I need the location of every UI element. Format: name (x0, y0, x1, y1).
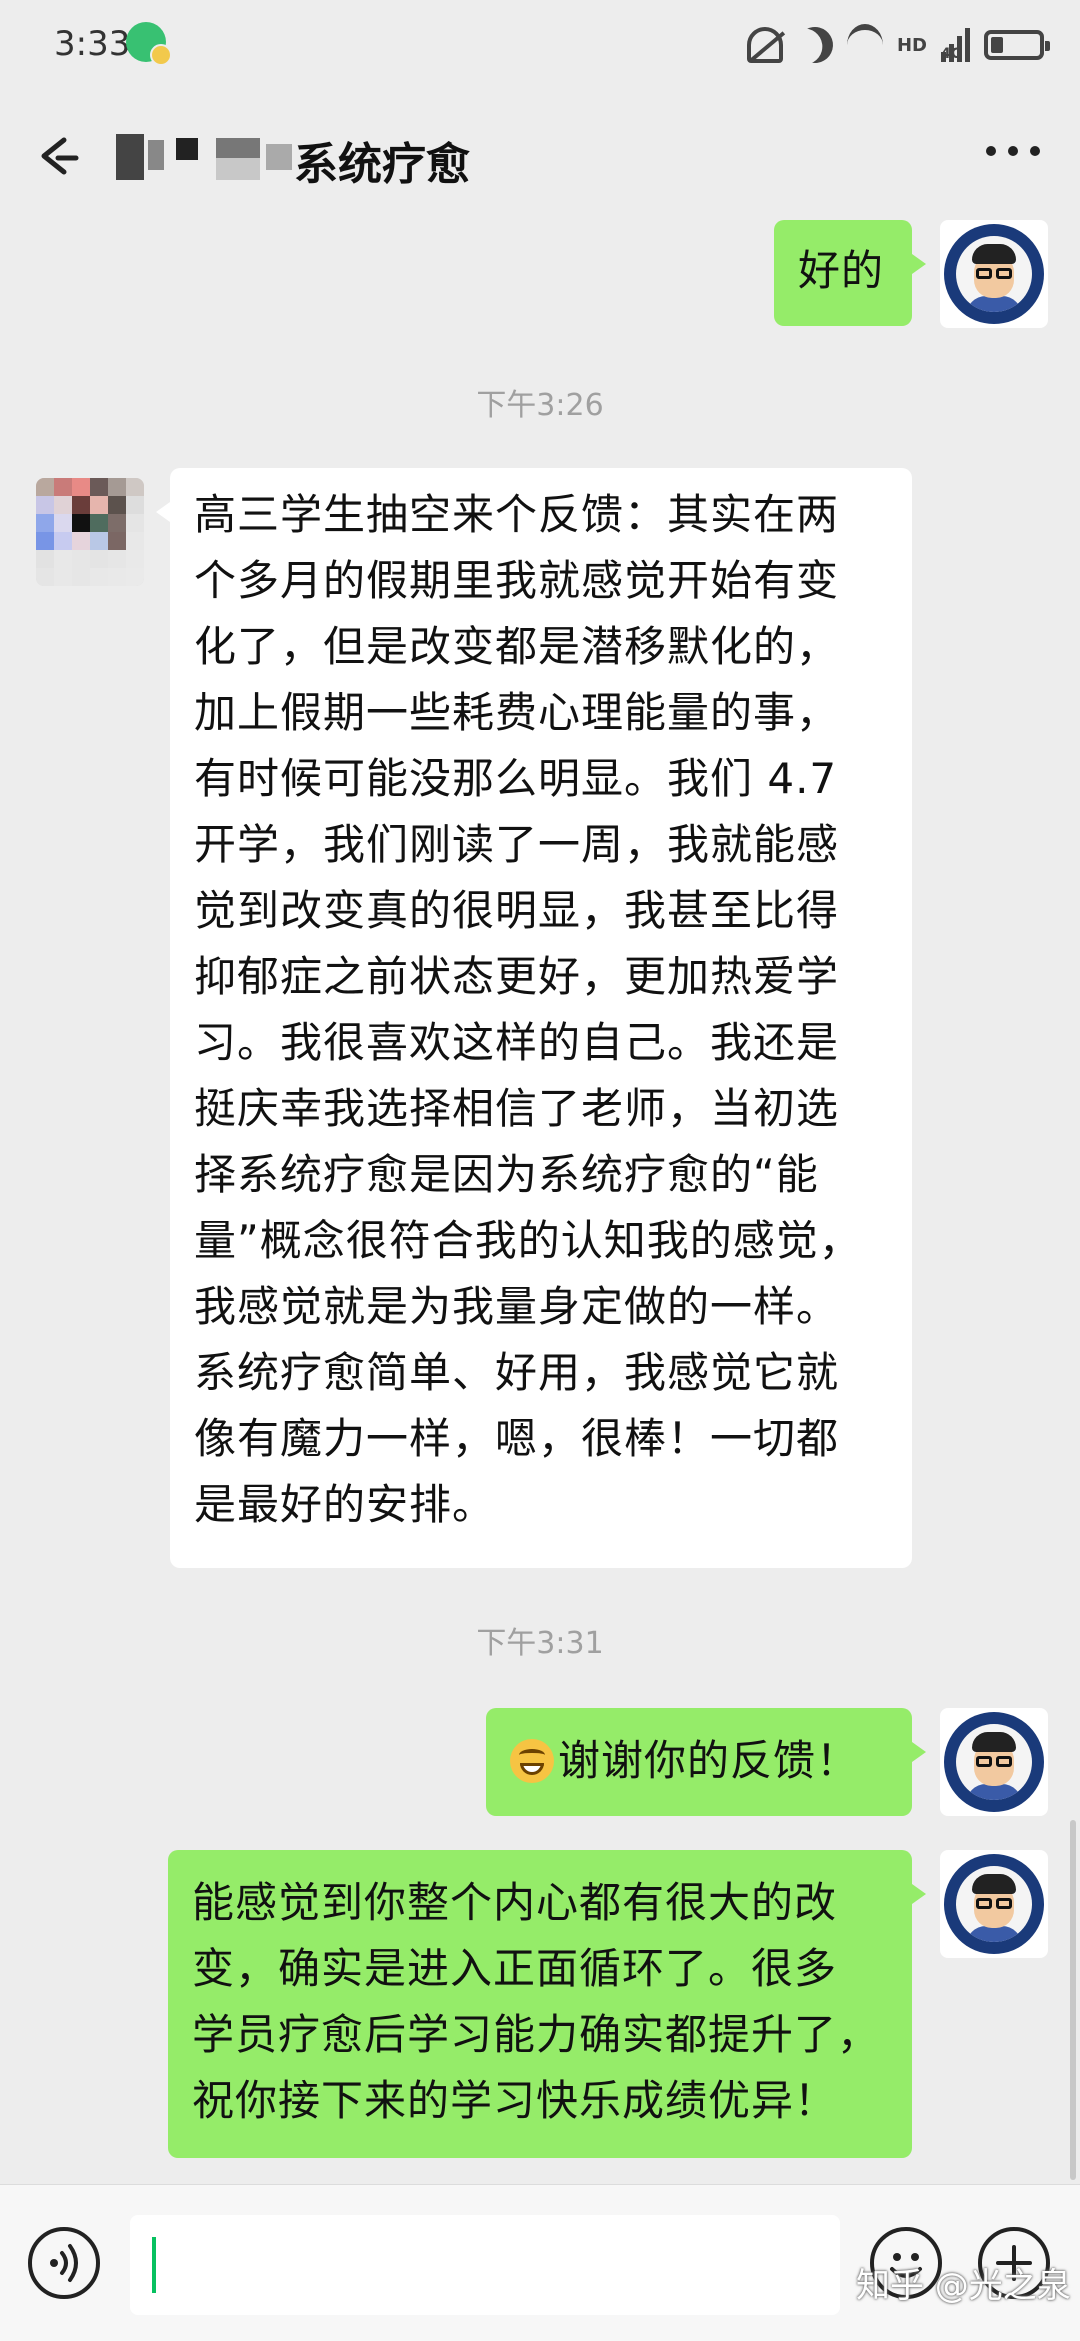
blurred-contact-name (116, 134, 306, 180)
voice-input-button[interactable] (28, 2227, 100, 2299)
message-line: 抑郁症之前状态更好，更加热爱学 (194, 952, 840, 1001)
message-line: 择系统疗愈是因为系统疗愈的“能 (194, 1150, 819, 1199)
message-line: 有时候可能没那么明显。我们 4.7 (194, 754, 838, 803)
back-arrow-icon (41, 137, 79, 175)
grinning-face-emoji-icon (510, 1739, 554, 1783)
my-avatar[interactable] (940, 1850, 1048, 1958)
status-icons: HD 4G (746, 20, 1050, 70)
text-caret (152, 2237, 156, 2293)
message-line: 祝你接下来的学习快乐成绩优异！ (192, 2076, 838, 2125)
status-time: 3:33 (54, 24, 131, 64)
chat-scrollbar[interactable] (1070, 1820, 1076, 2180)
message-line: 是最好的安排。 (194, 1480, 496, 1529)
hd-label: HD (896, 34, 927, 56)
message-line: 我感觉就是为我量身定做的一样。 (194, 1282, 840, 1331)
my-avatar[interactable] (940, 1708, 1048, 1816)
cell-signal-icon: 4G (941, 28, 970, 62)
message-line: 学员疗愈后学习能力确实都提升了， (192, 2010, 881, 2059)
my-avatar[interactable] (940, 220, 1048, 328)
chat-title: 系统疗愈 (294, 139, 470, 190)
status-bar: 3:33 HD 4G (0, 0, 1080, 92)
message-line: 化了，但是改变都是潜移默化的， (194, 622, 840, 671)
message-line: 觉到改变真的很明显，我甚至比得 (194, 886, 840, 935)
battery-icon (984, 30, 1050, 60)
message-line: 量”概念很符合我的认知我的感觉， (194, 1216, 862, 1265)
message-line: 高三学生抽空来个反馈：其实在两 (194, 490, 840, 539)
message-text: 谢谢你的反馈！ (558, 1736, 860, 1785)
message-line: 系统疗愈简单、好用，我感觉它就 (194, 1348, 840, 1397)
dot-icon (1008, 146, 1018, 156)
dot-icon (986, 146, 996, 156)
voice-icon (50, 2244, 78, 2282)
message-line: 挺庆幸我选择相信了老师，当初选 (194, 1084, 840, 1133)
back-button[interactable] (36, 128, 92, 184)
do-not-disturb-moon-icon (790, 20, 839, 69)
network-type-label: 4G (941, 46, 963, 62)
message-line: 能感觉到你整个内心都有很大的改 (192, 1878, 838, 1927)
message-line: 习。我很喜欢这样的自己。我还是 (194, 1018, 840, 1067)
chat-header: 系统疗愈 (0, 92, 1080, 220)
timestamp: 下午3:31 (476, 1626, 604, 1661)
sent-message-bubble[interactable]: 好的 (774, 220, 926, 326)
timestamp: 下午3:26 (476, 388, 604, 423)
wechat-notification-icon (126, 22, 172, 66)
contact-avatar[interactable] (36, 478, 144, 586)
message-input[interactable] (130, 2215, 840, 2315)
zhihu-watermark: 知乎 @光之泉 (856, 2266, 1071, 2306)
message-line: 像有魔力一样，嗯，很棒！一切都 (194, 1414, 840, 1463)
more-options-button[interactable] (986, 146, 1040, 156)
message-line: 开学，我们刚读了一周，我就能感 (194, 820, 840, 869)
sent-message-bubble[interactable]: 谢谢你的反馈！ (486, 1708, 926, 1816)
dot-icon (1030, 146, 1040, 156)
message-line: 变，确实是进入正面循环了。很多 (192, 1944, 838, 1993)
wifi-icon (846, 24, 883, 66)
message-line: 个多月的假期里我就感觉开始有变 (194, 556, 840, 605)
sent-message-bubble[interactable]: 能感觉到你整个内心都有很大的改 变，确实是进入正面循环了。很多 学员疗愈后学习能… (168, 1850, 926, 2158)
message-line: 加上假期一些耗费心理能量的事， (194, 688, 840, 737)
mute-bell-icon (746, 27, 783, 63)
message-text: 好的 (798, 246, 885, 295)
received-message-bubble[interactable]: 高三学生抽空来个反馈：其实在两 个多月的假期里我就感觉开始有变 化了，但是改变都… (156, 468, 912, 1568)
message-list[interactable]: 好的 下午3:26 高三学生抽空来个反馈：其实在两 个多月的假期里我就感觉开始有… (0, 220, 1080, 2184)
